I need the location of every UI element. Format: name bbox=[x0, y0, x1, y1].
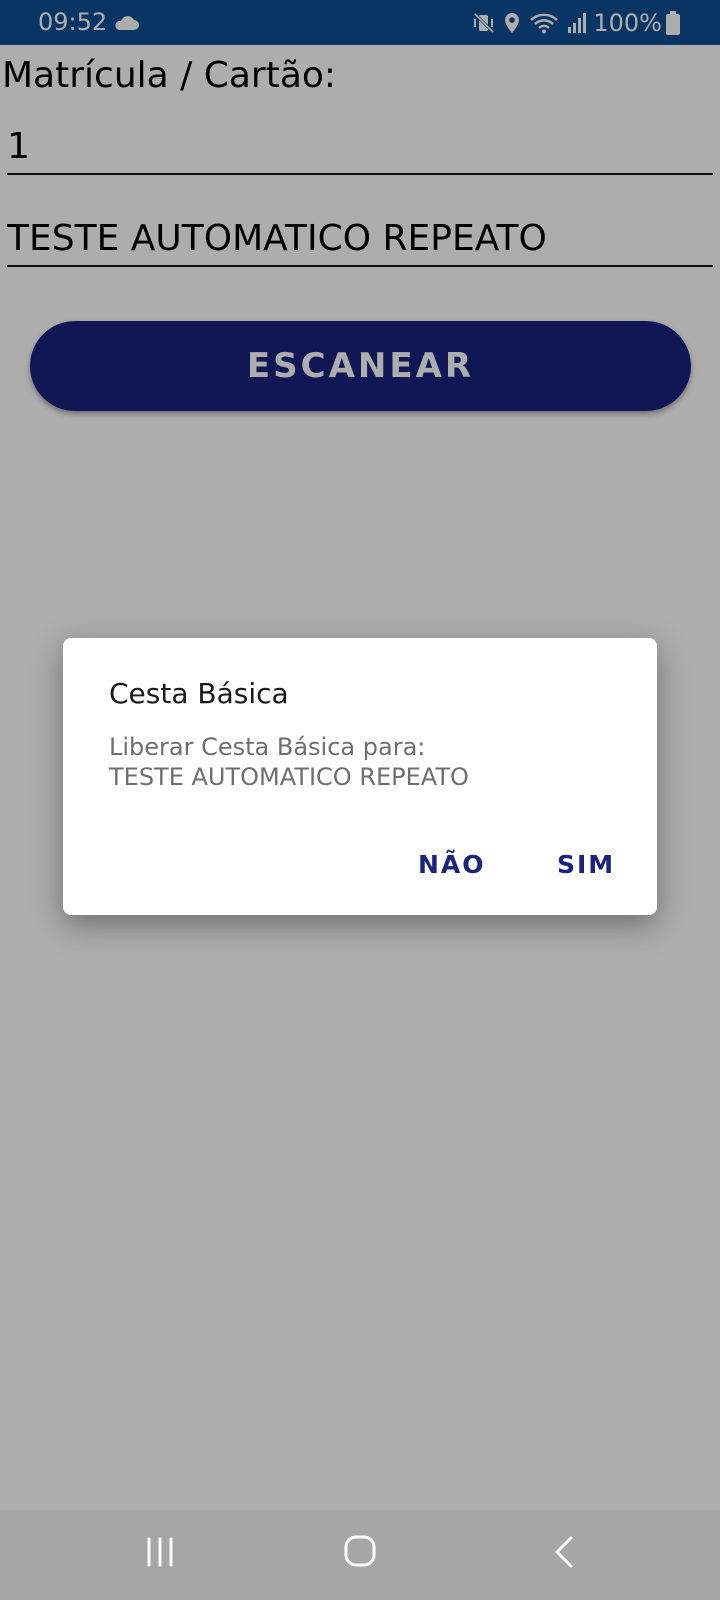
dialog-title: Cesta Básica bbox=[109, 677, 289, 710]
dialog-message: Liberar Cesta Básica para: TESTE AUTOMAT… bbox=[109, 732, 469, 792]
home-icon[interactable] bbox=[344, 1535, 376, 1567]
dialog-message-name: TESTE AUTOMATICO REPEATO bbox=[109, 763, 469, 791]
recent-apps-icon[interactable] bbox=[145, 1536, 175, 1568]
no-button[interactable]: NÃO bbox=[418, 850, 486, 880]
navigation-bar bbox=[0, 1510, 720, 1600]
yes-button[interactable]: SIM bbox=[557, 850, 615, 880]
back-icon[interactable] bbox=[552, 1535, 576, 1569]
confirm-dialog: Cesta Básica Liberar Cesta Básica para: … bbox=[63, 638, 657, 915]
dialog-message-line: Liberar Cesta Básica para: bbox=[109, 733, 426, 761]
